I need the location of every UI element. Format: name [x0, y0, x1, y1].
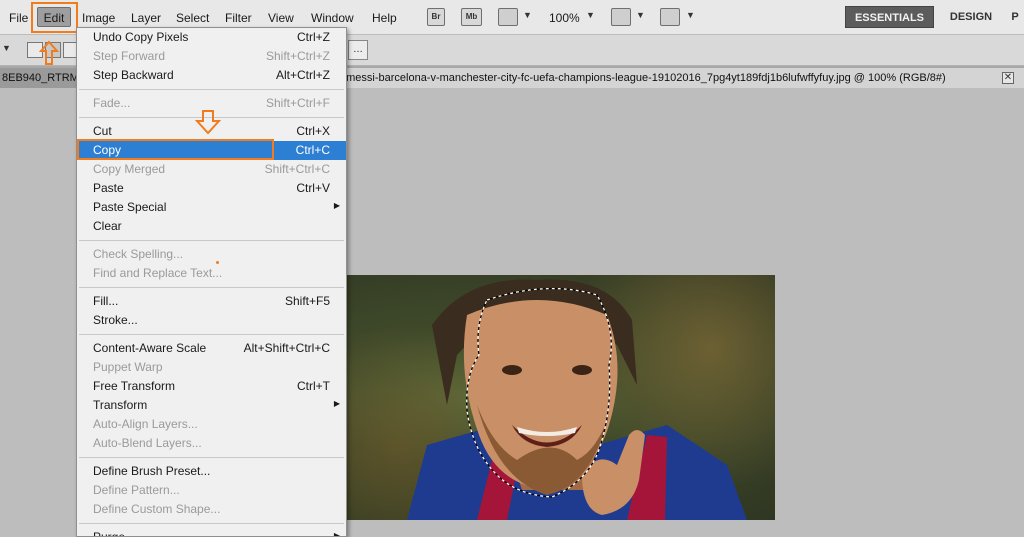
menu-item-shortcut: Alt+Shift+Ctrl+C — [243, 341, 330, 355]
menu-item-label: Auto-Align Layers... — [93, 417, 198, 431]
photo-illustration — [407, 279, 747, 520]
menu-item-auto-blend-layers: Auto-Blend Layers... — [77, 434, 346, 453]
menu-item-label: Auto-Blend Layers... — [93, 436, 202, 450]
document-image[interactable] — [347, 275, 775, 520]
menu-item-label: Cut — [93, 124, 112, 138]
screen-mode-icon[interactable] — [660, 8, 680, 26]
document-tab-active[interactable]: l-messi-barcelona-v-manchester-city-fc-u… — [338, 68, 1024, 88]
menu-item-shortcut: Shift+Ctrl+Z — [265, 49, 330, 63]
menu-item-clear[interactable]: Clear — [77, 217, 346, 236]
menu-item-label: Content-Aware Scale — [93, 341, 207, 355]
menu-item-content-aware-scale[interactable]: Content-Aware Scale Alt+Shift+Ctrl+C — [77, 339, 346, 358]
refine-edge-button[interactable]: … — [348, 40, 368, 60]
menu-item-shortcut: Ctrl+C — [295, 143, 330, 157]
menu-item-shortcut: Ctrl+Z — [297, 30, 330, 44]
menu-item-step-backward[interactable]: Step Backward Alt+Ctrl+Z — [77, 66, 346, 85]
menu-item-label: Define Brush Preset... — [93, 464, 211, 478]
zoom-level[interactable]: 100% — [549, 10, 580, 26]
menu-item-transform[interactable]: Transform ▶ — [77, 396, 346, 415]
chevron-down-icon[interactable]: ▼ — [523, 10, 532, 20]
chevron-down-icon[interactable]: ▼ — [2, 43, 11, 53]
menu-item-label: Stroke... — [93, 313, 138, 327]
menu-item-shortcut: Ctrl+T — [297, 379, 330, 393]
submenu-arrow-icon: ▶ — [333, 531, 340, 537]
menu-item-check-spelling: Check Spelling... — [77, 245, 346, 264]
submenu-arrow-icon: ▶ — [333, 201, 340, 210]
chevron-down-icon[interactable]: ▼ — [586, 10, 595, 20]
menu-item-paste-special[interactable]: Paste Special ▶ — [77, 198, 346, 217]
menu-item-label: Puppet Warp — [93, 360, 163, 374]
menu-item-shortcut: Alt+Ctrl+Z — [275, 68, 330, 82]
copy-highlight-box — [77, 139, 274, 160]
close-icon[interactable]: ✕ — [1002, 72, 1014, 84]
menu-item-step-forward: Step Forward Shift+Ctrl+Z — [77, 47, 346, 66]
menu-item-paste[interactable]: Paste Ctrl+V — [77, 179, 346, 198]
menu-item-puppet-warp: Puppet Warp — [77, 358, 346, 377]
workspace-essentials-button[interactable]: ESSENTIALS — [845, 6, 934, 28]
menu-item-define-pattern: Define Pattern... — [77, 481, 346, 500]
menu-separator — [79, 89, 344, 90]
menu-item-label: Define Pattern... — [93, 483, 180, 497]
menu-item-shortcut: Ctrl+X — [296, 124, 330, 138]
menu-item-undo-copy-pixels[interactable]: Undo Copy Pixels Ctrl+Z — [77, 28, 346, 47]
menu-item-label: Fade... — [93, 96, 131, 110]
menu-separator — [79, 334, 344, 335]
up-arrow-icon — [39, 40, 59, 65]
menu-item-label: Step Forward — [93, 49, 166, 63]
menu-item-auto-align-layers: Auto-Align Layers... — [77, 415, 346, 434]
menu-item-shortcut: Shift+Ctrl+C — [264, 162, 330, 176]
edit-highlight-box — [31, 2, 78, 33]
menu-view[interactable]: View — [268, 10, 294, 26]
menu-item-label: Paste Special — [93, 200, 167, 214]
chevron-down-icon[interactable]: ▼ — [686, 10, 695, 20]
menu-item-label: Fill... — [93, 294, 119, 308]
extras-icon[interactable] — [498, 8, 518, 26]
menu-item-free-transform[interactable]: Free Transform Ctrl+T — [77, 377, 346, 396]
menu-item-label: Transform — [93, 398, 148, 412]
bridge-button[interactable]: Br — [427, 8, 445, 26]
minibridge-button[interactable]: Mb — [461, 8, 482, 26]
down-arrow-icon — [195, 110, 221, 135]
menu-item-label: Paste — [93, 181, 124, 195]
menu-help[interactable]: Help — [372, 10, 397, 26]
menu-item-define-brush-preset[interactable]: Define Brush Preset... — [77, 462, 346, 481]
menu-item-purge[interactable]: Purge ▶ — [77, 528, 346, 537]
edit-dropdown-menu: Undo Copy Pixels Ctrl+Z Step Forward Shift+… — [76, 27, 347, 537]
chevron-down-icon[interactable]: ▼ — [636, 10, 645, 20]
menu-item-label: Free Transform — [93, 379, 176, 393]
submenu-arrow-icon: ▶ — [333, 399, 340, 408]
workspace-design-button[interactable]: DESIGN — [940, 6, 1002, 28]
menu-item-find-and-replace-text: Find and Replace Text... — [77, 264, 346, 283]
arrange-documents-icon[interactable] — [611, 8, 631, 26]
menu-filter[interactable]: Filter — [225, 10, 252, 26]
menu-separator — [79, 523, 344, 524]
menu-window[interactable]: Window — [311, 10, 354, 26]
menu-item-fill[interactable]: Fill... Shift+F5 — [77, 292, 346, 311]
menu-separator — [79, 287, 344, 288]
menu-select[interactable]: Select — [176, 10, 209, 26]
menu-item-define-custom-shape: Define Custom Shape... — [77, 500, 346, 519]
menu-item-label: Copy Merged — [93, 162, 166, 176]
menu-item-label: Undo Copy Pixels — [93, 30, 189, 44]
menu-item-shortcut: Shift+F5 — [284, 294, 330, 308]
menu-item-label: Step Backward — [93, 68, 174, 82]
menu-image[interactable]: Image — [82, 10, 115, 26]
menu-item-label: Check Spelling... — [93, 247, 184, 261]
workspace-more-button[interactable]: P — [1006, 6, 1024, 28]
document-tab-inactive[interactable]: 8EB940_RTRMA — [0, 68, 78, 88]
menu-item-label: Define Custom Shape... — [93, 502, 221, 516]
menu-item-stroke[interactable]: Stroke... — [77, 311, 346, 330]
orange-dot — [216, 261, 219, 264]
menu-item-label: Find and Replace Text... — [93, 266, 223, 280]
menu-separator — [79, 457, 344, 458]
document-tab-title: l-messi-barcelona-v-manchester-city-fc-u… — [340, 72, 946, 84]
menu-layer[interactable]: Layer — [131, 10, 161, 26]
menu-item-label: Clear — [93, 219, 122, 233]
menu-item-label: Purge — [93, 530, 126, 537]
menu-file[interactable]: File — [9, 10, 28, 26]
menu-item-shortcut: Ctrl+V — [296, 181, 330, 195]
menu-separator — [79, 240, 344, 241]
menu-item-copy-merged: Copy Merged Shift+Ctrl+C — [77, 160, 346, 179]
menu-item-shortcut: Shift+Ctrl+F — [265, 96, 330, 110]
